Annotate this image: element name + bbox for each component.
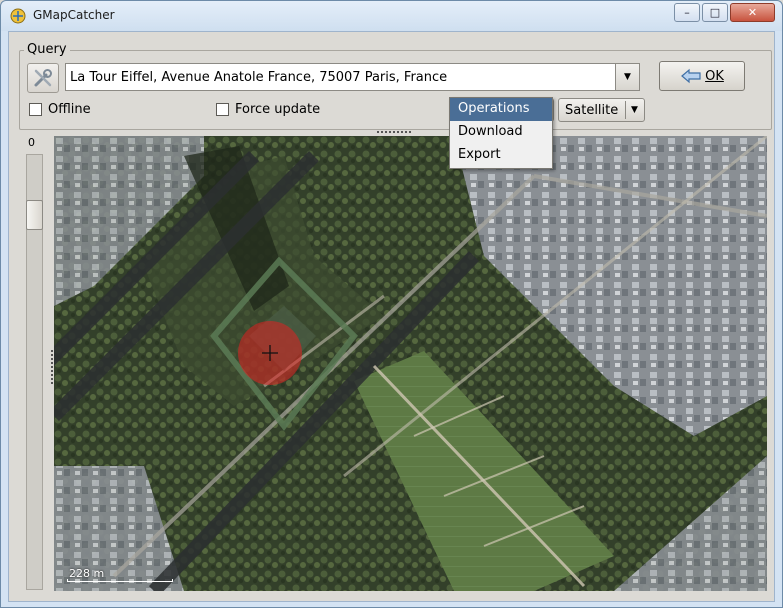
zoom-slider-thumb[interactable] (26, 200, 43, 230)
offline-label: Offline (48, 102, 91, 117)
satellite-imagery (54, 136, 767, 591)
app-window: GMapCatcher – □ ✕ Query ▼ OK Offline (0, 0, 783, 608)
map-pane-grip[interactable] (377, 131, 411, 134)
minimize-button[interactable]: – (674, 3, 700, 22)
menu-item-export[interactable]: Export (450, 144, 552, 167)
maximize-icon: □ (709, 6, 721, 19)
map-type-combobox[interactable]: Satellite ▼ (558, 98, 645, 122)
client-area: Query ▼ OK Offline Force update (8, 31, 775, 602)
gmapcatcher-app-icon (10, 8, 26, 24)
operations-dropdown-menu: Operations Download Export (449, 97, 553, 169)
settings-tool-button[interactable] (27, 63, 59, 93)
maximize-button[interactable]: □ (702, 3, 728, 22)
map-type-label: Satellite (565, 102, 619, 118)
offline-checkbox[interactable]: Offline (29, 102, 91, 117)
wrench-screwdriver-icon (34, 69, 52, 87)
back-arrow-icon (681, 68, 701, 84)
force-update-checkbox[interactable]: Force update (216, 102, 320, 117)
location-dropdown-button[interactable]: ▼ (615, 64, 639, 90)
menu-item-download[interactable]: Download (450, 121, 552, 144)
minimize-icon: – (684, 6, 690, 19)
ok-button[interactable]: OK (659, 61, 745, 91)
force-update-label: Force update (235, 102, 321, 117)
map-scale-bar (67, 579, 173, 582)
ok-label: OK (705, 68, 724, 84)
title-bar[interactable]: GMapCatcher – □ ✕ (1, 1, 782, 31)
triangle-down-icon: ▼ (624, 72, 631, 82)
force-update-checkbox-box[interactable] (216, 103, 229, 116)
location-input[interactable] (66, 64, 616, 90)
close-icon: ✕ (747, 6, 758, 19)
zoom-level-label: 0 (28, 136, 35, 149)
window-title: GMapCatcher (33, 8, 115, 22)
offline-checkbox-box[interactable] (29, 103, 42, 116)
close-button[interactable]: ✕ (730, 3, 775, 22)
location-combobox[interactable]: ▼ (65, 63, 640, 91)
triangle-down-icon: ▼ (625, 101, 643, 119)
menu-item-operations[interactable]: Operations (450, 98, 552, 121)
query-frame-label: Query (24, 42, 70, 57)
satellite-map-view[interactable]: 228 m (54, 136, 767, 591)
